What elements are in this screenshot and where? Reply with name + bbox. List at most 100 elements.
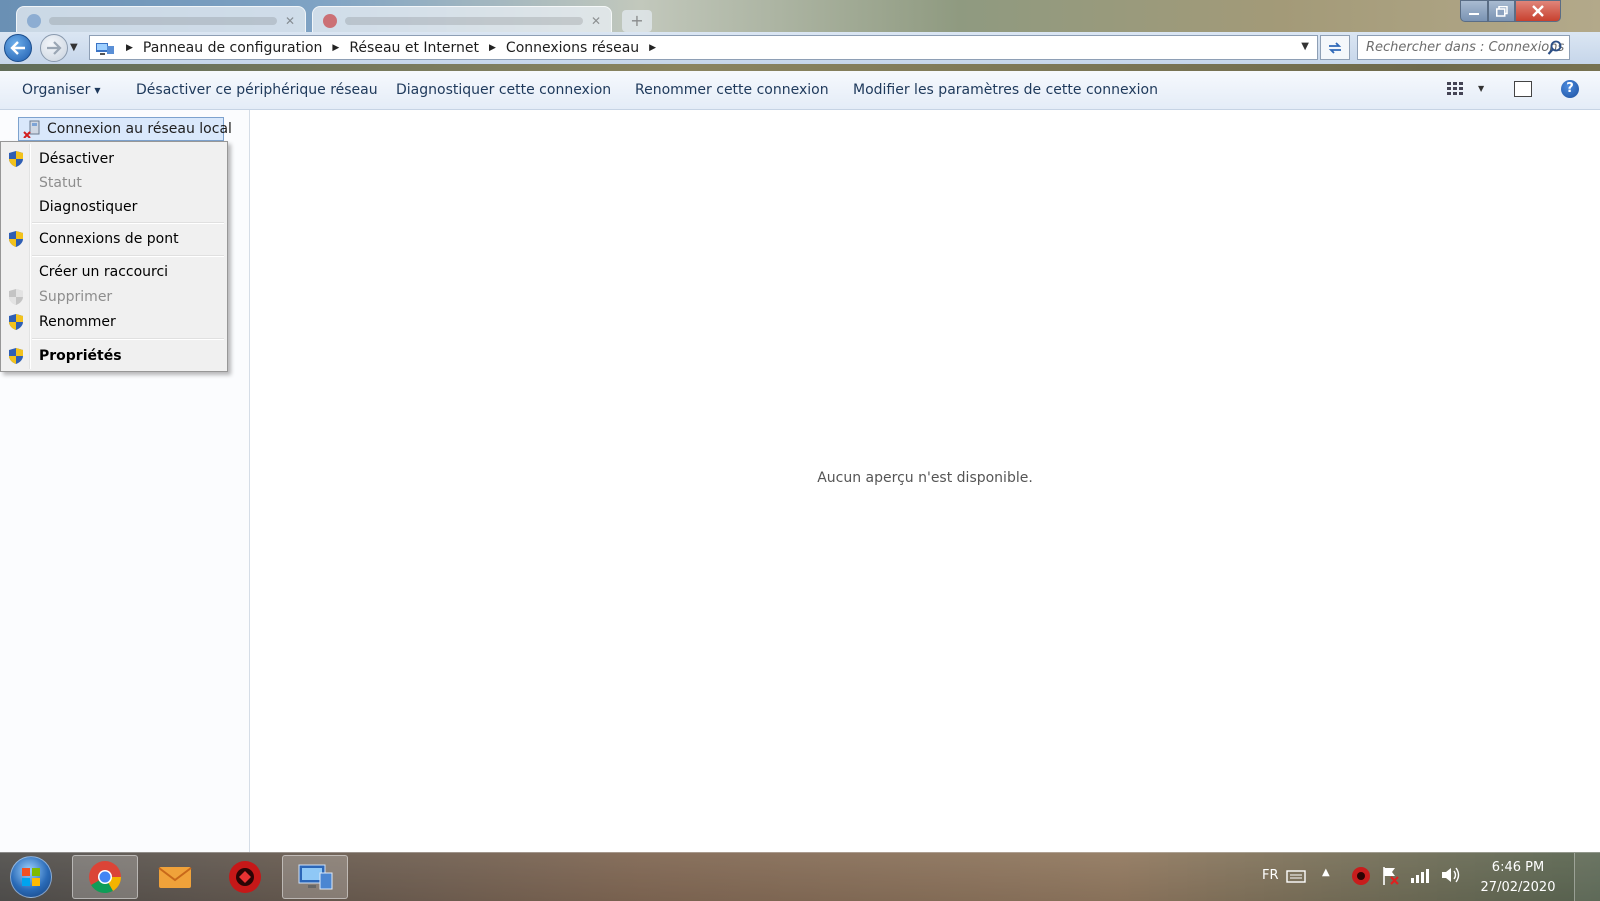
refresh-icon — [1328, 41, 1342, 54]
tab-favicon-icon — [27, 14, 41, 28]
new-tab-icon[interactable]: + — [622, 10, 652, 32]
close-button[interactable] — [1515, 0, 1561, 22]
network-folder-icon — [94, 40, 116, 56]
menu-item-delete[interactable]: Supprimer — [1, 285, 227, 309]
taskbar-app-security[interactable] — [212, 855, 278, 899]
breadcrumb-chevron-icon[interactable]: ▶ — [126, 43, 133, 53]
menu-item-label: Renommer — [39, 314, 116, 330]
menu-separator — [32, 222, 224, 224]
navigation-bar: ▼ ▶ Panneau de configuration ▶ Réseau et… — [0, 32, 1600, 64]
breadcrumb-chevron-icon[interactable]: ▶ — [649, 43, 656, 53]
preview-unavailable-message: Aucun aperçu n'est disponible. — [817, 470, 1033, 486]
change-settings-button[interactable]: Modifier les paramètres de cette connexi… — [853, 82, 1158, 98]
clock-time: 6:46 PM — [1491, 860, 1545, 875]
breadcrumb-network-internet[interactable]: Réseau et Internet — [349, 40, 479, 56]
menu-item-diagnose[interactable]: Diagnostiquer — [1, 195, 227, 219]
uac-shield-disabled-icon — [9, 289, 23, 305]
menu-item-label: Supprimer — [39, 289, 113, 305]
arrow-right-icon — [47, 41, 62, 55]
search-input[interactable]: Rechercher dans : Connexions ... — [1357, 35, 1570, 60]
clock-date: 27/02/2020 — [1480, 880, 1556, 895]
restore-button[interactable] — [1488, 0, 1515, 22]
taskbar-app-mail[interactable] — [142, 855, 208, 899]
window-controls — [1460, 0, 1561, 22]
windows-logo-icon — [22, 868, 40, 886]
breadcrumb-network-connections[interactable]: Connexions réseau — [506, 40, 639, 56]
menu-item-status[interactable]: Statut — [1, 171, 227, 195]
menu-item-label: Statut — [39, 175, 82, 191]
search-placeholder: Rechercher dans : Connexions ... — [1366, 40, 1570, 55]
menu-item-label: Créer un raccourci — [39, 264, 169, 280]
command-bar: Organiser ▼ Désactiver ce périphérique ré… — [0, 71, 1600, 110]
arrow-left-icon — [10, 41, 25, 55]
tab-blurred-title — [345, 17, 583, 25]
network-adapter-disconnected-icon — [23, 120, 41, 139]
address-history-dropdown-icon[interactable]: ▼ — [1301, 41, 1309, 52]
menu-item-rename[interactable]: Renommer — [1, 310, 227, 334]
menu-item-label: Propriétés — [39, 348, 122, 364]
breadcrumb-control-panel[interactable]: Panneau de configuration — [143, 40, 322, 56]
menu-separator — [32, 338, 224, 340]
chrome-icon — [89, 861, 122, 894]
security-app-icon — [229, 861, 261, 893]
close-icon — [1532, 5, 1544, 17]
caret-down-icon: ▼ — [94, 85, 101, 95]
minimize-icon — [1469, 13, 1479, 15]
search-icon[interactable] — [1547, 40, 1563, 56]
connection-name: Connexion au réseau local — [47, 121, 232, 137]
refresh-button[interactable] — [1320, 35, 1350, 60]
menu-item-label: Diagnostiquer — [39, 199, 138, 215]
antivirus-tray-icon[interactable] — [1350, 865, 1372, 887]
restore-icon — [1495, 5, 1508, 17]
organize-menu-button[interactable]: Organiser ▼ — [22, 82, 101, 98]
menu-item-label: Désactiver — [39, 151, 114, 167]
system-clock[interactable]: 6:46 PM 27/02/2020 — [1476, 858, 1560, 898]
change-view-icon[interactable] — [1446, 81, 1468, 97]
menu-item-label: Connexions de pont — [39, 231, 179, 247]
taskbar-app-chrome[interactable] — [72, 855, 138, 899]
show-hidden-icons-icon[interactable]: ▲ — [1322, 867, 1330, 878]
recent-pages-dropdown[interactable]: ▼ — [70, 42, 78, 53]
taskbar-app-network-connections[interactable] — [282, 855, 348, 899]
action-center-flag-icon[interactable] — [1380, 865, 1400, 887]
context-menu: Désactiver Statut Diagnostiquer Connexio… — [0, 141, 228, 372]
back-button[interactable] — [4, 34, 32, 62]
rename-connection-button[interactable]: Renommer cette connexion — [635, 82, 829, 98]
show-desktop-button[interactable] — [1574, 853, 1600, 901]
uac-shield-icon — [9, 151, 23, 167]
network-connections-icon — [298, 864, 333, 890]
minimize-button[interactable] — [1460, 0, 1488, 22]
view-options-dropdown-icon[interactable]: ▼ — [1478, 84, 1484, 93]
title-bar: ✕ ✕ + — [0, 0, 1600, 36]
address-bar[interactable]: ▶ Panneau de configuration ▶ Réseau et I… — [89, 35, 1318, 60]
disable-device-button[interactable]: Désactiver ce périphérique réseau — [136, 82, 378, 98]
menu-item-bridge-connections[interactable]: Connexions de pont — [1, 227, 227, 251]
organize-label: Organiser — [22, 82, 91, 98]
breadcrumb-chevron-icon[interactable]: ▶ — [332, 43, 339, 53]
close-tab-icon[interactable]: ✕ — [591, 14, 601, 28]
network-signal-icon[interactable] — [1410, 866, 1430, 884]
preview-pane: Aucun aperçu n'est disponible. — [250, 110, 1600, 852]
menu-separator — [32, 255, 224, 257]
uac-shield-icon — [9, 348, 23, 364]
mail-envelope-icon — [158, 867, 192, 888]
menu-item-properties[interactable]: Propriétés — [1, 344, 227, 368]
start-button[interactable] — [10, 856, 52, 898]
preview-pane-icon[interactable] — [1514, 81, 1532, 97]
network-connection-item[interactable]: Connexion au réseau local — [18, 117, 232, 141]
close-tab-icon[interactable]: ✕ — [285, 14, 295, 28]
menu-item-disable[interactable]: Désactiver — [1, 147, 227, 171]
breadcrumb-chevron-icon[interactable]: ▶ — [489, 43, 496, 53]
help-icon[interactable]: ? — [1561, 80, 1579, 98]
tab-favicon-icon — [323, 14, 337, 28]
uac-shield-icon — [9, 231, 23, 247]
tab-blurred-title — [49, 17, 277, 25]
volume-icon[interactable] — [1440, 865, 1462, 885]
diagnose-connection-button[interactable]: Diagnostiquer cette connexion — [396, 82, 611, 98]
menu-item-create-shortcut[interactable]: Créer un raccourci — [1, 260, 227, 284]
language-indicator[interactable]: FR — [1262, 868, 1279, 883]
taskbar: FR ▲ 6:46 PM 27/02/2020 — [0, 852, 1600, 901]
keyboard-icon[interactable] — [1286, 868, 1306, 884]
forward-button[interactable] — [40, 34, 68, 62]
uac-shield-icon — [9, 314, 23, 330]
